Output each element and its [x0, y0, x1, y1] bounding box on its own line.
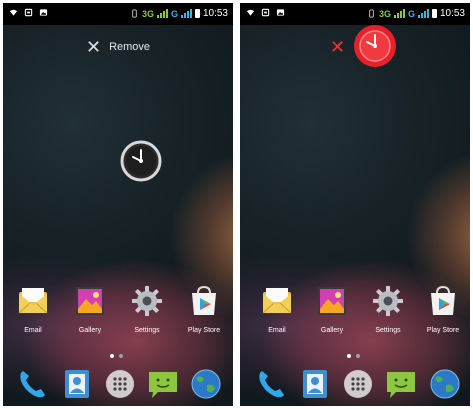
app-label: Play Store	[426, 327, 460, 334]
app-gallery[interactable]: Gallery	[307, 283, 357, 334]
app-settings[interactable]: Settings	[363, 283, 413, 334]
gallery-icon	[76, 287, 104, 315]
settings-icon	[373, 286, 403, 316]
app-label: Settings	[134, 327, 160, 334]
signal-strength-a-icon	[393, 9, 405, 18]
network-type-a: 3G	[378, 8, 391, 19]
page-dot-active	[347, 354, 351, 358]
play-store-icon	[192, 285, 216, 315]
status-bar: 3G G 10:53	[240, 3, 470, 25]
app-label: Play Store	[187, 327, 221, 334]
browser-icon[interactable]	[428, 367, 462, 401]
page-dot	[356, 354, 360, 358]
vibrate-icon	[132, 9, 137, 18]
app-label: Email	[268, 327, 286, 334]
home-app-row: Email Gallery Settings Play Store	[3, 283, 233, 343]
usb-icon	[261, 8, 270, 17]
app-email[interactable]: Email	[252, 283, 302, 334]
signal-strength-b-icon	[417, 9, 429, 18]
network-type-a: 3G	[141, 8, 154, 19]
email-icon	[262, 288, 292, 314]
remove-drop-target[interactable]: ✕ Remove	[3, 35, 233, 59]
status-indicators: 3G G 10:53	[130, 8, 228, 19]
app-gallery[interactable]: Gallery	[65, 283, 115, 334]
page-dot-active	[110, 354, 114, 358]
page-dot	[119, 354, 123, 358]
remove-label: Remove	[109, 41, 151, 53]
vibrate-icon	[369, 9, 374, 18]
close-icon: ✕	[85, 37, 102, 57]
network-type-b: G	[170, 8, 178, 19]
battery-icon	[431, 9, 437, 18]
app-play-store[interactable]: Play Store	[418, 283, 468, 334]
browser-icon[interactable]	[189, 367, 223, 401]
dock	[240, 365, 470, 405]
usb-icon	[24, 8, 33, 17]
status-notifications	[9, 8, 48, 17]
app-drawer-icon[interactable]	[341, 367, 375, 401]
network-type-b: G	[407, 8, 415, 19]
page-indicator	[110, 354, 123, 358]
play-store-icon	[431, 285, 455, 315]
phone-icon[interactable]	[15, 367, 49, 401]
email-icon	[18, 288, 48, 314]
messaging-icon[interactable]	[146, 367, 180, 401]
app-settings[interactable]: Settings	[122, 283, 172, 334]
settings-icon	[132, 286, 162, 316]
page-indicator	[347, 354, 360, 358]
app-play-store[interactable]: Play Store	[179, 283, 229, 334]
status-indicators: 3G G 10:53	[367, 8, 465, 19]
screenshot-canvas: 3G G 10:53 ✕ Remove Email Gallery Settin…	[0, 0, 473, 409]
image-notification-icon	[39, 9, 48, 16]
contacts-icon[interactable]	[298, 367, 332, 401]
signal-strength-a-icon	[156, 9, 168, 18]
messaging-icon[interactable]	[384, 367, 418, 401]
gallery-icon	[318, 287, 346, 315]
wifi-icon	[9, 9, 18, 16]
contacts-icon[interactable]	[60, 367, 94, 401]
status-time: 10:53	[202, 8, 228, 19]
phone-icon[interactable]	[254, 367, 288, 401]
wifi-icon	[246, 9, 255, 16]
image-notification-icon	[276, 9, 285, 16]
analog-clock-widget[interactable]	[120, 140, 162, 182]
status-notifications	[246, 8, 285, 17]
dock	[3, 365, 233, 405]
app-email[interactable]: Email	[8, 283, 58, 334]
close-icon: ✕	[330, 37, 346, 57]
status-bar: 3G G 10:53	[3, 3, 233, 25]
analog-clock-widget-dragging[interactable]	[353, 24, 397, 68]
app-label: Settings	[375, 327, 401, 334]
signal-strength-b-icon	[180, 9, 192, 18]
battery-icon	[194, 9, 200, 18]
home-app-row: Email Gallery Settings Play Store	[240, 283, 470, 343]
app-drawer-icon[interactable]	[103, 367, 137, 401]
phone-screen-right: 3G G 10:53 ✕ Email Gallery Settings Play…	[240, 3, 470, 406]
status-time: 10:53	[439, 8, 465, 19]
phone-screen-left: 3G G 10:53 ✕ Remove Email Gallery Settin…	[3, 3, 233, 406]
app-label: Gallery	[320, 327, 344, 334]
app-label: Email	[24, 327, 42, 334]
app-label: Gallery	[78, 327, 102, 334]
